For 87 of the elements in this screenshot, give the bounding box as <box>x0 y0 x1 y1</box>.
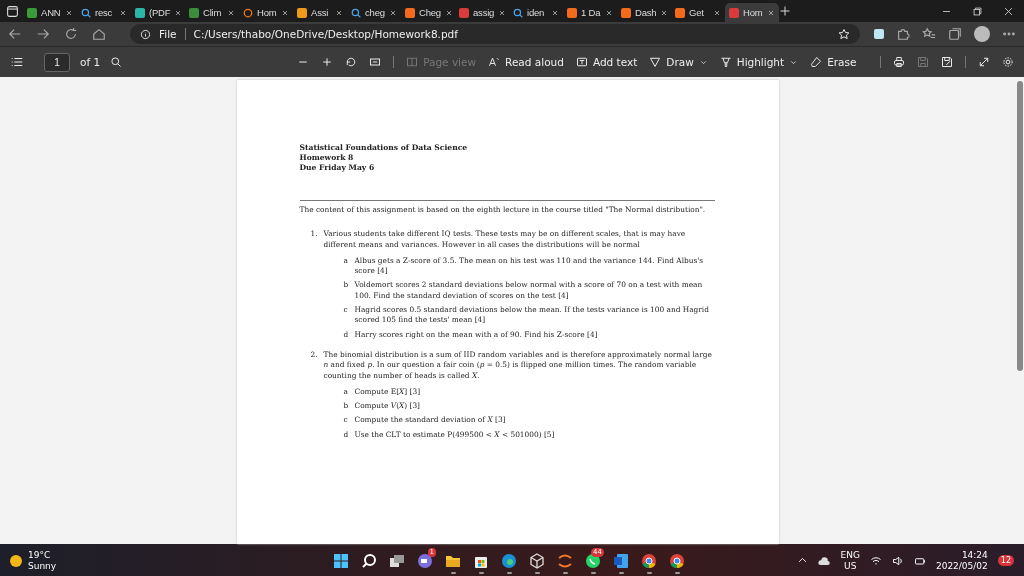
browser-tab[interactable]: Hom <box>239 3 293 22</box>
erase-button[interactable]: Erase <box>810 56 857 68</box>
refresh-icon[interactable] <box>64 27 78 41</box>
close-icon[interactable] <box>281 8 289 17</box>
fit-page-icon[interactable] <box>369 56 382 68</box>
clock-time[interactable]: 14:24 <box>961 549 988 561</box>
info-icon <box>140 28 151 40</box>
favorites-icon[interactable] <box>922 27 936 41</box>
document-icon <box>613 552 629 569</box>
restore-icon[interactable] <box>972 5 983 17</box>
forward-icon[interactable] <box>36 27 50 41</box>
add-text-button[interactable]: Add text <box>575 56 638 68</box>
close-icon[interactable] <box>444 8 453 17</box>
rotate-icon[interactable] <box>345 56 358 68</box>
collections-icon[interactable] <box>948 27 962 41</box>
language[interactable]: ENG <box>840 549 860 561</box>
sun-icon[interactable] <box>10 554 22 567</box>
zoom-in-icon[interactable] <box>321 56 334 68</box>
expand-icon[interactable] <box>978 56 990 68</box>
browser-tab[interactable]: resc <box>77 3 131 22</box>
close-icon[interactable] <box>551 8 559 17</box>
save-as-icon[interactable] <box>941 56 953 68</box>
highlighter-icon[interactable] <box>719 56 732 68</box>
page-count: of 1 <box>80 56 101 68</box>
close-icon[interactable] <box>174 8 183 17</box>
browser-tab[interactable]: Cheg <box>401 3 455 22</box>
address-bar[interactable]: File C:/Users/thabo/OneDrive/Desktop/Homework8.pdf <box>130 24 860 44</box>
extension-icon[interactable] <box>874 29 884 39</box>
browser-tab[interactable]: Dash <box>617 3 671 22</box>
eraser-icon[interactable] <box>810 56 823 68</box>
browser-tab[interactable]: Assi <box>293 3 347 22</box>
clock-date[interactable]: 2022/05/02 <box>935 560 988 572</box>
contents-icon[interactable] <box>10 55 24 69</box>
weather-condition: Sunny <box>28 560 57 572</box>
close-icon[interactable] <box>767 8 775 17</box>
text-box-icon[interactable] <box>575 56 588 68</box>
read-aloud-icon[interactable] <box>488 56 501 68</box>
home-icon[interactable] <box>92 27 106 41</box>
browser-tab[interactable]: Get <box>671 3 725 22</box>
close-icon[interactable] <box>498 8 507 17</box>
read-aloud-button[interactable]: Read aloud <box>488 56 564 68</box>
search-icon[interactable] <box>110 56 123 68</box>
browser-tab[interactable]: ANN <box>23 3 77 22</box>
close-icon[interactable] <box>335 8 343 17</box>
close-icon[interactable] <box>227 8 235 17</box>
page-number-field[interactable]: 1 <box>44 52 70 72</box>
browser-tab[interactable]: (PDF <box>131 3 185 22</box>
volume-icon[interactable] <box>891 554 904 567</box>
save-icon[interactable] <box>917 56 929 68</box>
search-icon <box>361 552 377 569</box>
scrollbar-thumb[interactable] <box>1016 81 1023 371</box>
close-icon[interactable] <box>605 8 613 17</box>
cube-icon <box>529 552 545 569</box>
tab-actions-icon[interactable] <box>6 4 19 18</box>
windows-icon <box>333 552 349 569</box>
task-view-icon <box>389 552 405 569</box>
browser-tab[interactable]: Hom <box>725 3 779 22</box>
browser-tab[interactable]: iden <box>509 3 563 22</box>
new-tab-icon[interactable] <box>779 5 791 17</box>
pen-icon[interactable] <box>649 56 662 68</box>
close-icon[interactable] <box>65 8 73 17</box>
chat-icon <box>417 552 433 569</box>
notification-count[interactable]: 12 <box>997 555 1014 566</box>
back-icon[interactable] <box>8 27 22 41</box>
close-icon[interactable] <box>1003 5 1014 17</box>
cloud-icon[interactable] <box>817 555 831 566</box>
temperature: 19°C <box>28 549 52 561</box>
settings-icon[interactable] <box>1002 56 1014 68</box>
puzzle-icon[interactable] <box>896 27 910 41</box>
browser-tab[interactable]: Clim <box>185 3 239 22</box>
close-icon[interactable] <box>119 8 127 17</box>
profile-avatar[interactable] <box>974 26 990 42</box>
print-icon[interactable] <box>893 56 905 68</box>
highlight-button[interactable]: Highlight <box>719 56 799 68</box>
browser-tab[interactable]: 1 Da <box>563 3 617 22</box>
orbit-icon <box>557 552 573 569</box>
draw-button[interactable]: Draw <box>649 56 708 68</box>
wifi-icon[interactable] <box>869 554 882 567</box>
close-icon[interactable] <box>660 8 669 17</box>
browser-icon <box>641 552 657 569</box>
close-icon[interactable] <box>713 8 721 17</box>
region[interactable]: US <box>844 560 857 572</box>
browser-icon <box>669 552 685 569</box>
close-icon[interactable] <box>389 8 397 17</box>
browser-tab[interactable]: cheg <box>347 3 401 22</box>
favorite-icon[interactable] <box>838 28 850 40</box>
browser-tab[interactable]: assig <box>455 3 509 22</box>
